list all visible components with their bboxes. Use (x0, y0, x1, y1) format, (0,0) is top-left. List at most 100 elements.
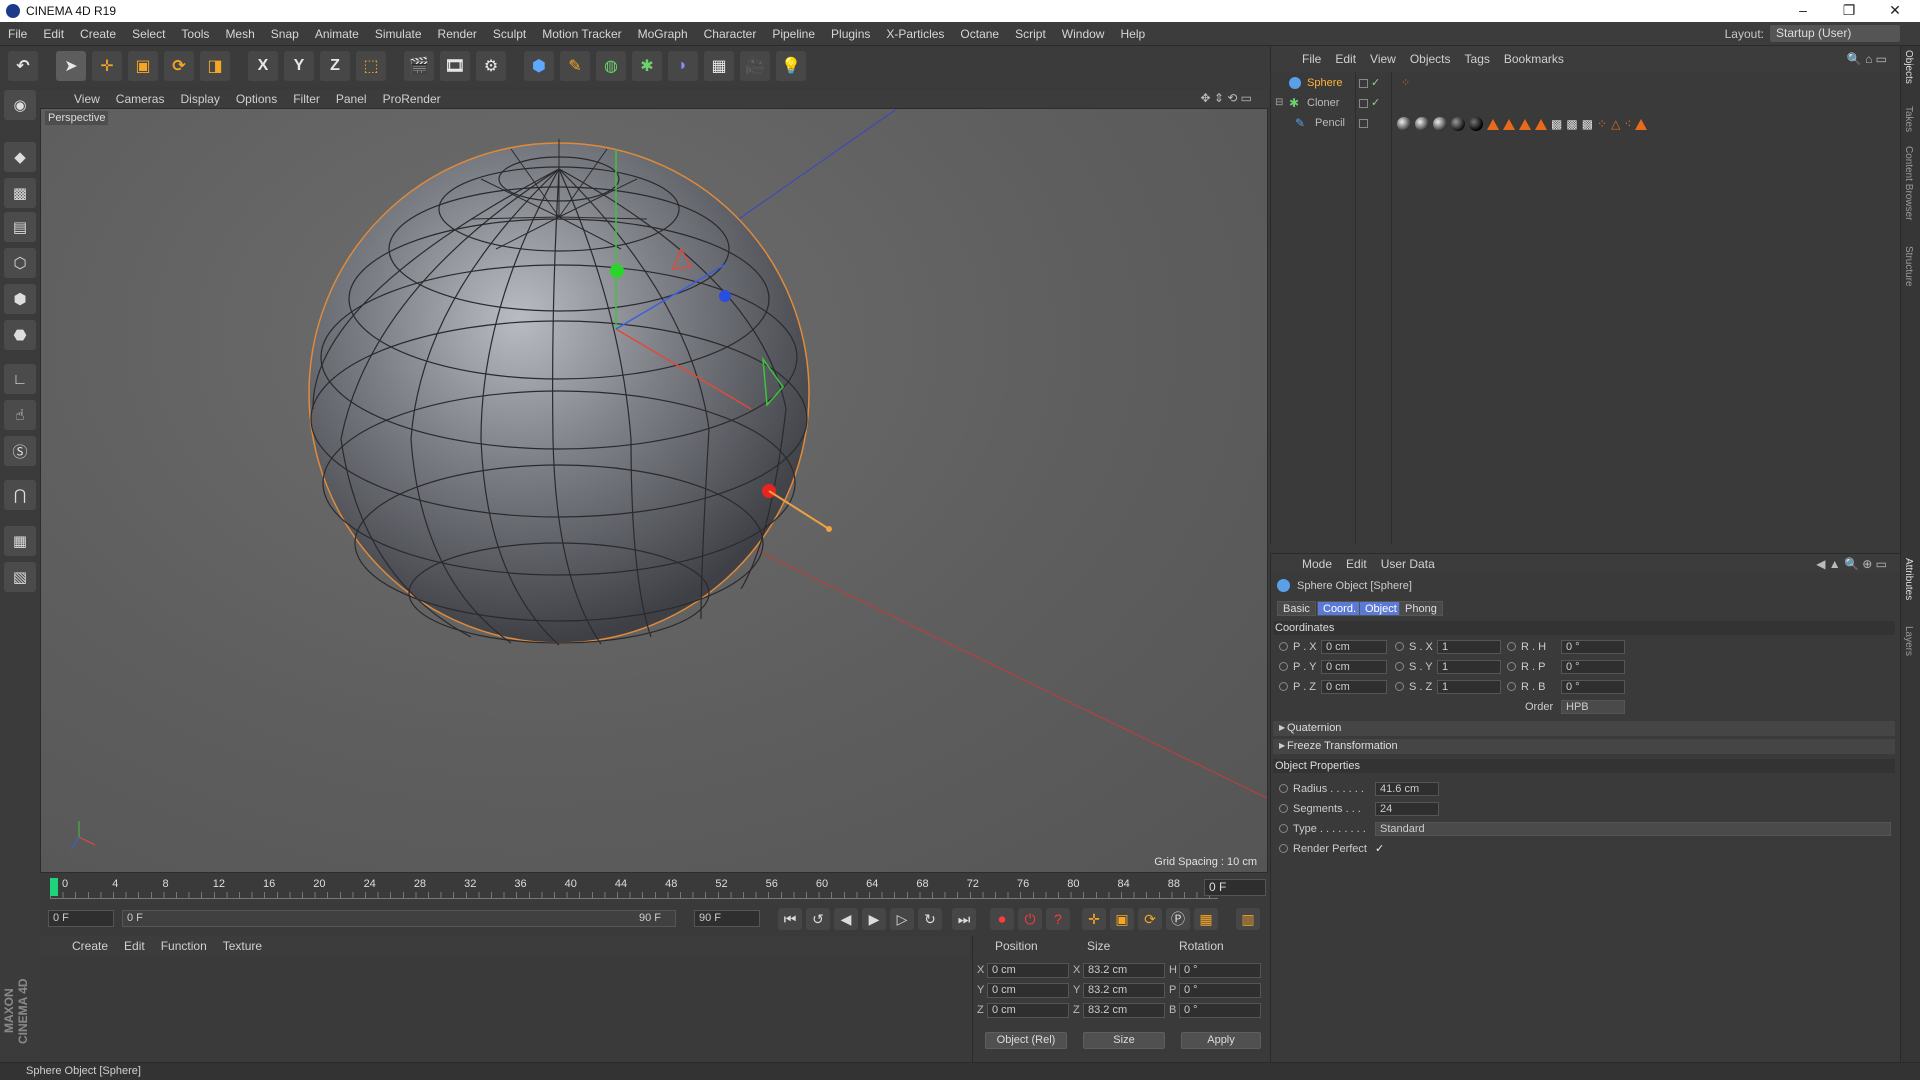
make-editable-icon[interactable]: ◉ (4, 90, 36, 120)
segments-field[interactable]: 24 (1375, 802, 1439, 816)
y-axis-lock-icon[interactable]: Y (284, 51, 314, 81)
quantize-magnet-icon[interactable]: ⋂ (4, 480, 36, 510)
goto-start-icon[interactable]: ⏮ (778, 908, 802, 930)
prev-frame-icon[interactable]: ◀ (834, 908, 858, 930)
animate-p-x-icon[interactable] (1279, 642, 1288, 651)
object-name-sphere[interactable]: Sphere (1307, 77, 1342, 89)
goto-end-icon[interactable]: ⏭ (952, 908, 976, 930)
key-position-icon[interactable]: ✛ (1082, 908, 1106, 930)
tab-takes[interactable]: Takes (1903, 106, 1914, 132)
expand-toggle-icon[interactable]: ⊟ (1275, 97, 1283, 108)
autokey-icon[interactable]: ⏻ (1018, 908, 1042, 930)
coord-rot-p-field[interactable]: 0 ° (1179, 983, 1261, 998)
prev-key-icon[interactable]: ↺ (806, 908, 830, 930)
rotate-tool-icon[interactable]: ⟳ (164, 51, 194, 81)
coord-pos-y-field[interactable]: 0 cm (987, 983, 1069, 998)
texture-mode-icon[interactable]: ▩ (4, 178, 36, 208)
menu-octane[interactable]: Octane (952, 27, 1007, 41)
material-menu-function[interactable]: Function (153, 939, 215, 953)
menu-motion-tracker[interactable]: Motion Tracker (534, 27, 629, 41)
render-settings-icon[interactable]: ⚙ (476, 51, 506, 81)
viewport-menu-display[interactable]: Display (172, 92, 227, 106)
field-p-x[interactable]: 0 cm (1321, 640, 1387, 654)
menu-file[interactable]: File (0, 27, 35, 41)
visibility-flag-icon[interactable] (1359, 79, 1368, 88)
animate-p-z-icon[interactable] (1279, 682, 1288, 691)
tab-content-browser[interactable]: Content Browser (1903, 146, 1914, 220)
keyframe-selection-icon[interactable]: ? (1046, 908, 1070, 930)
animate-p-y-icon[interactable] (1279, 662, 1288, 671)
key-scale-icon[interactable]: ▣ (1110, 908, 1134, 930)
objects-menu-view[interactable]: View (1363, 52, 1403, 66)
tab-coord[interactable]: Coord. (1317, 601, 1363, 616)
timeline-playhead[interactable] (50, 878, 58, 896)
render-perfect-checkbox[interactable]: ✓ (1375, 842, 1384, 855)
order-dropdown[interactable]: HPB (1561, 700, 1625, 714)
end-frame-field[interactable]: 90 F (694, 910, 760, 927)
coord-pos-z-field[interactable]: 0 cm (987, 1003, 1069, 1018)
radius-field[interactable]: 41.6 cm (1375, 782, 1439, 796)
timeline-ruler[interactable]: 0 4 8 12 16 20 24 28 32 36 40 44 48 52 56 60 64 68 72 76 80 8… (40, 876, 1268, 900)
viewport-menu-panel[interactable]: Panel (328, 92, 375, 106)
material-menu-texture[interactable]: Texture (215, 939, 270, 953)
animate-segments-icon[interactable] (1279, 804, 1288, 813)
object-manager-search-icon[interactable]: 🔍 ⌂ ▭ (1840, 52, 1894, 66)
animate-type-icon[interactable] (1279, 824, 1288, 833)
warning-tag-icon[interactable] (1487, 118, 1499, 130)
warning-tag-icon[interactable] (1635, 118, 1648, 130)
record-keys-icon[interactable]: ⏺ (990, 908, 1014, 930)
coord-mode-dropdown[interactable]: Object (Rel) (985, 1032, 1067, 1049)
field-r-p[interactable]: 0 ° (1561, 660, 1625, 674)
coord-rot-h-field[interactable]: 0 ° (1179, 963, 1261, 978)
material-manager-area[interactable] (40, 956, 970, 1062)
menu-snap[interactable]: Snap (263, 27, 307, 41)
viewport-menu-prorender[interactable]: ProRender (375, 92, 449, 106)
menu-x-particles[interactable]: X-Particles (878, 27, 952, 41)
frame-range-slider[interactable]: 0 F 90 F (122, 910, 676, 927)
menu-render[interactable]: Render (430, 27, 485, 41)
minimize-button[interactable]: – (1780, 0, 1826, 22)
phong-tag-icon[interactable]: ⁘ (1597, 117, 1607, 131)
material-tag-icon[interactable] (1451, 117, 1465, 131)
objects-menu-bookmarks[interactable]: Bookmarks (1497, 52, 1571, 66)
attr-menu-mode[interactable]: Mode (1295, 557, 1339, 571)
animate-render-perfect-icon[interactable] (1279, 844, 1288, 853)
menu-mograph[interactable]: MoGraph (630, 27, 696, 41)
animate-r-h-icon[interactable] (1507, 642, 1516, 651)
coord-size-z-field[interactable]: 83.2 cm (1083, 1003, 1165, 1018)
warning-tag-icon[interactable] (1519, 118, 1531, 130)
coord-rot-b-field[interactable]: 0 ° (1179, 1003, 1261, 1018)
tweak-mode-icon[interactable]: ☝ (4, 400, 36, 430)
object-name-cloner[interactable]: Cloner (1307, 97, 1339, 109)
menu-select[interactable]: Select (124, 27, 173, 41)
deformer-icon[interactable]: ◗ (668, 51, 698, 81)
menu-help[interactable]: Help (1112, 27, 1153, 41)
tab-structure[interactable]: Structure (1903, 246, 1914, 287)
menu-sculpt[interactable]: Sculpt (485, 27, 534, 41)
render-view-icon[interactable]: 🎬 (404, 51, 434, 81)
expand-arrow-icon[interactable]: ▶ (1279, 741, 1285, 750)
next-frame-icon[interactable]: ▷ (890, 908, 914, 930)
quaternion-section[interactable]: Quaternion (1273, 721, 1895, 736)
tab-attributes[interactable]: Attributes (1903, 558, 1914, 600)
menu-character[interactable]: Character (696, 27, 765, 41)
animate-radius-icon[interactable] (1279, 784, 1288, 793)
cloner-mograph-icon[interactable]: ✱ (632, 51, 662, 81)
enabled-check-icon[interactable]: ✓ (1371, 76, 1380, 89)
objects-menu-file[interactable]: File (1295, 52, 1328, 66)
animate-r-b-icon[interactable] (1507, 682, 1516, 691)
menu-create[interactable]: Create (72, 27, 124, 41)
coord-size-mode-dropdown[interactable]: Size (1083, 1032, 1165, 1049)
object-row-sphere[interactable]: Sphere ✓ ⁘ (1271, 74, 1901, 94)
current-frame-field[interactable]: 0 F (1204, 879, 1266, 896)
animate-s-z-icon[interactable] (1395, 682, 1404, 691)
alert-tag-icon[interactable]: △ (1611, 117, 1620, 131)
material-menu-create[interactable]: Create (64, 939, 116, 953)
attr-menu-user-data[interactable]: User Data (1374, 557, 1442, 571)
material-tag-icon[interactable] (1397, 117, 1411, 131)
checker-tag-icon[interactable]: ▩ (1566, 117, 1577, 131)
menu-tools[interactable]: Tools (173, 27, 217, 41)
subdivision-generator-icon[interactable]: ◍ (596, 51, 626, 81)
close-button[interactable]: ✕ (1872, 0, 1918, 22)
perspective-viewport[interactable]: Perspective Grid Spacing: 10 cm (40, 108, 1268, 873)
